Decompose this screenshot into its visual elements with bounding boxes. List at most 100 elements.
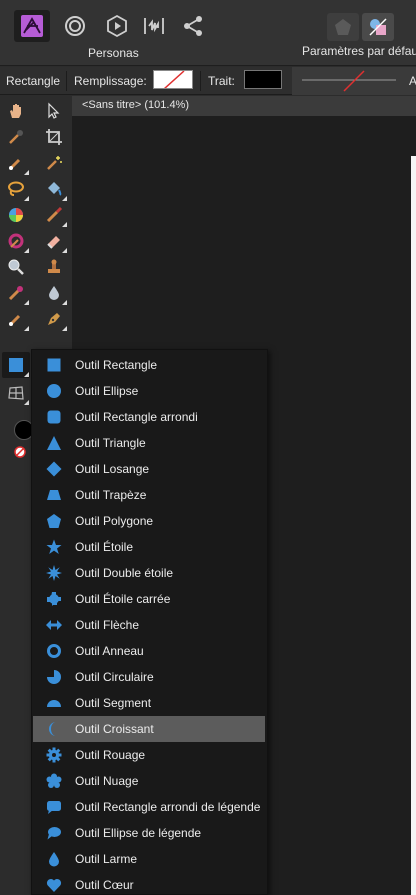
drop-icon (49, 286, 59, 300)
defaults-button-2[interactable] (362, 13, 394, 41)
mixer-brush-icon (8, 286, 23, 301)
paint-brush-tool[interactable] (40, 202, 68, 228)
pie-icon (47, 670, 61, 684)
flyout-indicator (24, 196, 29, 201)
no-colour-button[interactable] (14, 445, 26, 458)
crescent-icon (49, 722, 56, 736)
colour-wheel-tool[interactable] (2, 202, 30, 228)
menu-item-label: Outil Nuage (75, 774, 139, 788)
hand-tool[interactable] (2, 98, 30, 124)
menu-item-label: Outil Anneau (75, 644, 144, 658)
segment-icon (47, 700, 61, 707)
menu-item-label: Outil Rectangle arrondi de légende (75, 800, 261, 814)
menu-item-callout-rounded-rectangle[interactable]: Outil Rectangle arrondi de légende (33, 794, 265, 820)
menu-item-double-star[interactable]: Outil Double étoile (33, 560, 265, 586)
flyout-indicator (62, 248, 67, 253)
cog-icon (46, 747, 62, 763)
paint-mixer-tool[interactable] (2, 280, 30, 306)
color-picker-tool[interactable] (2, 124, 30, 150)
callout-rounded-rectangle-icon (47, 801, 61, 814)
crop-tool[interactable] (40, 124, 68, 150)
erase-brush-tool[interactable] (40, 228, 68, 254)
menu-item-square-star[interactable]: Outil Étoile carrée (33, 586, 265, 612)
separator (200, 71, 201, 91)
crop-icon (46, 129, 62, 145)
separator (66, 71, 67, 91)
pen-nib-icon (48, 313, 60, 325)
current-tool-name: Rectangle (6, 74, 61, 88)
zoom-tool[interactable] (2, 254, 30, 280)
rectangle-icon (47, 358, 61, 372)
menu-item-rectangle[interactable]: Outil Rectangle (33, 352, 265, 378)
tone-mapping-persona-button[interactable] (136, 10, 172, 42)
photo-persona-button[interactable] (14, 10, 50, 42)
document-tab[interactable]: <Sans titre> (101.4%) (72, 96, 416, 116)
menu-item-donut[interactable]: Outil Anneau (33, 638, 265, 664)
colour-wheel-icon (9, 208, 23, 222)
menu-item-arrow[interactable]: Outil Flèche (33, 612, 265, 638)
flyout-indicator (62, 300, 67, 305)
menu-item-label: Outil Rouage (75, 748, 146, 762)
flyout-indicator (62, 222, 67, 227)
no-fill-slash-icon (163, 71, 185, 88)
menu-item-label: Outil Losange (75, 462, 150, 476)
menu-item-tear[interactable]: Outil Larme (33, 846, 265, 872)
app-window: Personas Paramètres par défaut Rectangle… (0, 0, 416, 895)
menu-item-pie[interactable]: Outil Circulaire (33, 664, 265, 690)
dodge-brush-tool[interactable] (2, 306, 30, 332)
menu-item-heart[interactable]: Outil Cœur (33, 872, 265, 895)
selection-brush-tool[interactable] (2, 150, 30, 176)
lasso-tool[interactable] (2, 176, 30, 202)
defaults-button-1[interactable] (327, 13, 359, 41)
menu-item-cloud[interactable]: Outil Nuage (33, 768, 265, 794)
blur-brush-tool[interactable] (40, 280, 68, 306)
menu-item-trapezoid[interactable]: Outil Trapèze (33, 482, 265, 508)
liquify-persona-icon (65, 16, 85, 36)
menu-item-segment[interactable]: Outil Segment (33, 690, 265, 716)
menu-item-polygon[interactable]: Outil Polygone (33, 508, 265, 534)
tear-icon (49, 852, 59, 867)
menu-item-label: Outil Croissant (75, 722, 154, 736)
flyout-indicator (24, 248, 29, 253)
menu-item-star[interactable]: Outil Étoile (33, 534, 265, 560)
mesh-warp-tool[interactable] (2, 380, 30, 406)
menu-item-label: Outil Rectangle arrondi (75, 410, 198, 424)
flyout-indicator (62, 196, 67, 201)
rounded-rectangle-icon (47, 410, 61, 424)
fill-swatch[interactable] (153, 70, 193, 89)
stroke-swatch[interactable] (244, 70, 282, 89)
menu-item-diamond[interactable]: Outil Losange (33, 456, 265, 482)
flood-fill-tool[interactable] (40, 176, 68, 202)
pen-tool[interactable] (40, 306, 68, 332)
menu-item-cog[interactable]: Outil Rouage (33, 742, 265, 768)
polygon-icon (47, 514, 61, 528)
menu-item-callout-ellipse[interactable]: Outil Ellipse de légende (33, 820, 265, 846)
heart-icon (46, 879, 62, 892)
menu-item-rounded-rectangle[interactable]: Outil Rectangle arrondi (33, 404, 265, 430)
liquify-persona-button[interactable] (57, 10, 93, 42)
healing-tool[interactable] (2, 228, 30, 254)
menu-item-ellipse[interactable]: Outil Ellipse (33, 378, 265, 404)
rectangle-tool[interactable] (2, 352, 30, 378)
export-persona-button[interactable] (175, 10, 211, 42)
stroke-width-slider[interactable]: A (292, 67, 416, 95)
square-star-icon (47, 592, 61, 606)
menu-item-crescent[interactable]: Outil Croissant (33, 716, 265, 742)
eraser-icon (47, 236, 60, 249)
shape-tools-flyout: Outil Rectangle Outil Ellipse Outil Rect… (31, 349, 268, 895)
magnifier-icon (8, 259, 24, 275)
develop-persona-button[interactable] (99, 10, 135, 42)
truncated-label: A (409, 74, 416, 88)
diamond-icon (46, 461, 62, 477)
selection-wand-tool[interactable] (40, 150, 68, 176)
clone-brush-tool[interactable] (40, 254, 68, 280)
stamp-icon (48, 259, 60, 273)
menu-item-triangle[interactable]: Outil Triangle (33, 430, 265, 456)
menu-item-label: Outil Ellipse (75, 384, 139, 398)
move-tool[interactable] (40, 98, 68, 124)
flyout-indicator (62, 326, 67, 331)
menu-item-label: Outil Étoile (75, 540, 134, 554)
export-persona-icon (184, 16, 202, 36)
develop-persona-icon (107, 14, 127, 38)
lasso-icon (8, 181, 24, 196)
